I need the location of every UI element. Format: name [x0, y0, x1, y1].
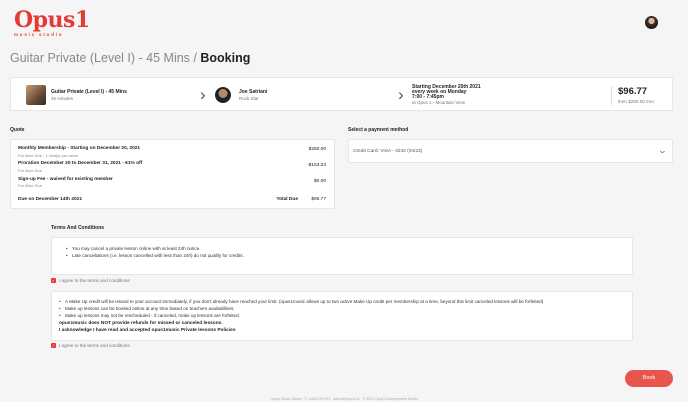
quote-due-date: Due on December 14th 2021 [18, 197, 82, 202]
quote-line-label: Proration December 20 to December 31, 20… [18, 161, 143, 166]
terms-agree-label[interactable]: I agree to the terms and conditions [59, 278, 130, 283]
chevron-right-icon: › [398, 85, 404, 104]
schedule-location: at Opus 1 - Mountain View [412, 100, 465, 105]
policy-item: Make up lessons may not be rescheduled -… [59, 313, 240, 318]
quote-line-amount: $250.00 [308, 147, 326, 152]
page-title-main: Booking [200, 51, 251, 65]
booking-price: $96.77 [618, 86, 648, 97]
divider [611, 86, 612, 105]
quote-line-sub: For Alice Doe - 1 visit(s) per week [18, 153, 78, 158]
policy-no-refunds: opus1music does NOT provide refunds for … [59, 321, 223, 326]
terms-checkbox[interactable]: ✓ [51, 278, 56, 283]
terms-item: You may cancel a private lesson online w… [66, 246, 201, 251]
policies-card: A Make Up credit will be issued to your … [51, 291, 633, 341]
teacher-role: Rock Star [239, 96, 259, 101]
quote-line-label: Monthly Membership - Starting on Decembe… [18, 146, 141, 151]
payment-method-value: Credit Card: VISA - 4242 (04/23) [353, 149, 423, 154]
quote-line-amount: -$153.23 [307, 163, 326, 168]
policy-item: Make up lessons can be booked online at … [59, 306, 235, 311]
quote-line-sub: For Alice Doe [18, 168, 43, 173]
teacher-name: Joe Satriani [239, 89, 268, 95]
policy-acknowledge: I acknowledge I have read and accepted o… [59, 328, 236, 333]
page-title-prefix: Guitar Private (Level I) - 45 Mins / [10, 51, 197, 65]
quote-line-sub: For Alice Doe [18, 183, 43, 188]
chevron-down-icon: ⌄ [657, 146, 668, 155]
lesson-title: Guitar Private (Level I) - 45 Mins [51, 89, 127, 95]
quote-heading: Quote [10, 127, 25, 133]
booking-summary-card: Guitar Private (Level I) - 45 Mins 45 mi… [10, 77, 673, 111]
page-footer: Opus1 Music Studio · © 1-800-OPUS1 · adm… [270, 397, 418, 401]
payment-method-select[interactable]: Credit Card: VISA - 4242 (04/23) ⌄ [348, 139, 673, 163]
policy-item: A Make Up credit will be issued to your … [59, 299, 543, 304]
terms-heading: Terms And Conditions [51, 225, 105, 231]
policies-agree-label[interactable]: I agree to the terms and conditions [59, 343, 130, 348]
booking-price-recurring: then $250.00 /mo [618, 99, 654, 104]
policies-checkbox[interactable]: ✓ [51, 343, 56, 348]
payment-heading: Select a payment method [348, 127, 409, 133]
quote-line-label: Sign-up Fee - waived for existing member [18, 177, 113, 182]
total-due-label: Total Due [276, 197, 299, 202]
chevron-right-icon: › [200, 85, 206, 104]
page-title: Guitar Private (Level I) - 45 Mins / Boo… [10, 51, 250, 65]
lesson-duration: 45 minutes [51, 96, 74, 101]
book-button[interactable]: Book [625, 370, 673, 387]
brand-name: Opus1 [14, 7, 90, 33]
quote-card: Monthly Membership - Starting on Decembe… [10, 139, 335, 209]
terms-item: Late cancellations (i.e. lesson cancelle… [66, 253, 244, 258]
quote-line-amount: $0.00 [313, 179, 326, 184]
lesson-thumbnail [26, 85, 46, 105]
total-due-value: $96.77 [311, 197, 326, 202]
user-avatar[interactable] [645, 16, 658, 29]
brand-logo[interactable]: Opus1 music studio [14, 7, 90, 41]
terms-card: You may cancel a private lesson online w… [51, 237, 633, 275]
teacher-avatar [215, 87, 231, 103]
